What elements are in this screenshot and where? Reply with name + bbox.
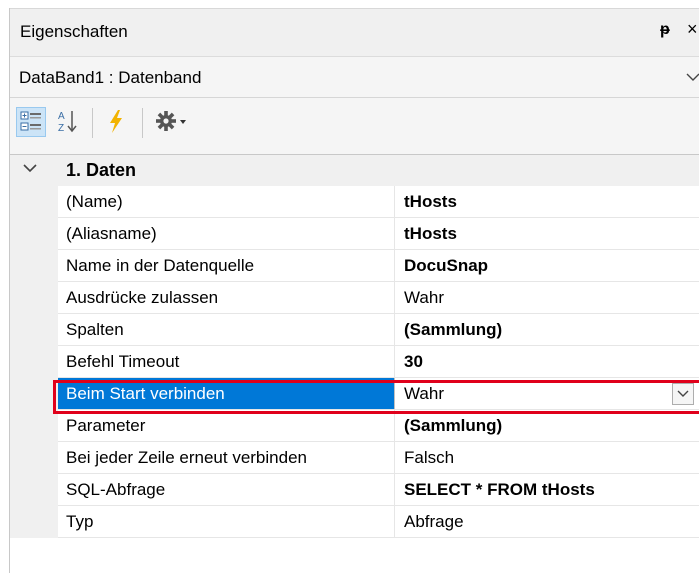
panel-title: Eigenschaften [20, 22, 128, 41]
property-row[interactable]: Befehl Timeout 30 [58, 346, 699, 378]
property-value[interactable]: Falsch [404, 442, 454, 473]
property-value[interactable]: (Sammlung) [404, 410, 502, 441]
pin-icon[interactable]: ᵽ [660, 21, 670, 39]
column-divider[interactable] [394, 442, 395, 473]
svg-text:Z: Z [58, 123, 64, 134]
gear-icon [156, 111, 186, 131]
property-row[interactable]: Typ Abfrage [58, 506, 699, 538]
category-title: 1. Daten [66, 160, 137, 180]
chevron-down-icon [677, 390, 689, 397]
property-row[interactable]: Spalten (Sammlung) [58, 314, 699, 346]
category-row-daten[interactable]: 1. Daten [10, 155, 699, 186]
property-name: Befehl Timeout [66, 352, 180, 371]
panel-titlebar: Eigenschaften ᵽ × [10, 9, 699, 57]
sort-az-icon: A Z [58, 111, 77, 134]
property-row[interactable]: SQL-Abfrage SELECT * FROM tHosts [58, 474, 699, 506]
property-toolbar: A Z [10, 98, 699, 155]
property-row[interactable]: Name in der Datenquelle DocuSnap [58, 250, 699, 282]
categorized-view-button[interactable] [16, 107, 46, 137]
object-selector-value: DataBand1 : Datenband [19, 68, 202, 87]
chevron-down-icon[interactable] [23, 163, 37, 173]
categorized-icon [20, 111, 41, 131]
property-value[interactable]: (Sammlung) [404, 314, 502, 345]
column-divider[interactable] [394, 282, 395, 313]
property-name: SQL-Abfrage [66, 480, 166, 499]
property-value[interactable]: 30 [404, 346, 423, 377]
close-icon[interactable]: × [687, 19, 698, 40]
column-divider[interactable] [394, 346, 395, 377]
property-value[interactable]: tHosts [404, 186, 457, 217]
column-divider[interactable] [394, 186, 395, 217]
property-row[interactable]: Ausdrücke zulassen Wahr [58, 282, 699, 314]
property-row[interactable]: (Name) tHosts [58, 186, 699, 218]
property-row[interactable]: Bei jeder Zeile erneut verbinden Falsch [58, 442, 699, 474]
property-name: Bei jeder Zeile erneut verbinden [66, 448, 307, 467]
property-value[interactable]: Wahr [404, 378, 444, 409]
property-row[interactable]: (Aliasname) tHosts [58, 218, 699, 250]
property-name: Parameter [66, 416, 146, 435]
property-value[interactable]: tHosts [404, 218, 457, 249]
property-row[interactable]: Parameter (Sammlung) [58, 410, 699, 442]
object-selector-dropdown[interactable]: DataBand1 : Datenband [10, 57, 699, 98]
property-name: Spalten [66, 320, 124, 339]
property-name: Beim Start verbinden [58, 378, 394, 409]
property-value[interactable]: DocuSnap [404, 250, 488, 281]
column-divider[interactable] [394, 314, 395, 345]
caret-down-icon [180, 120, 186, 124]
column-divider[interactable] [394, 218, 395, 249]
property-name: (Name) [66, 192, 123, 211]
events-button[interactable] [102, 107, 132, 137]
property-name: Typ [66, 512, 94, 531]
chevron-down-icon [686, 73, 699, 81]
grid-gutter [10, 186, 58, 538]
property-name: Ausdrücke zulassen [66, 288, 219, 307]
column-divider[interactable] [394, 506, 395, 537]
column-divider[interactable] [394, 410, 395, 441]
toolbar-separator [142, 108, 143, 138]
property-value[interactable]: Abfrage [404, 506, 464, 537]
value-dropdown-button[interactable] [672, 383, 694, 405]
property-name: (Aliasname) [66, 224, 157, 243]
column-divider[interactable] [394, 474, 395, 505]
lightning-icon [110, 110, 122, 133]
property-row-selected[interactable]: Beim Start verbinden Wahr [58, 378, 699, 410]
svg-text:A: A [58, 111, 65, 122]
toolbar-separator [92, 108, 93, 138]
property-value[interactable]: Wahr [404, 282, 444, 313]
settings-button[interactable] [152, 107, 196, 137]
properties-panel: Eigenschaften ᵽ × DataBand1 : Datenband [0, 0, 699, 573]
property-value[interactable]: SELECT * FROM tHosts [404, 474, 595, 505]
property-name: Name in der Datenquelle [66, 256, 255, 275]
alphabetical-sort-button[interactable]: A Z [54, 107, 84, 137]
column-divider[interactable] [394, 250, 395, 281]
column-divider[interactable] [394, 378, 395, 409]
